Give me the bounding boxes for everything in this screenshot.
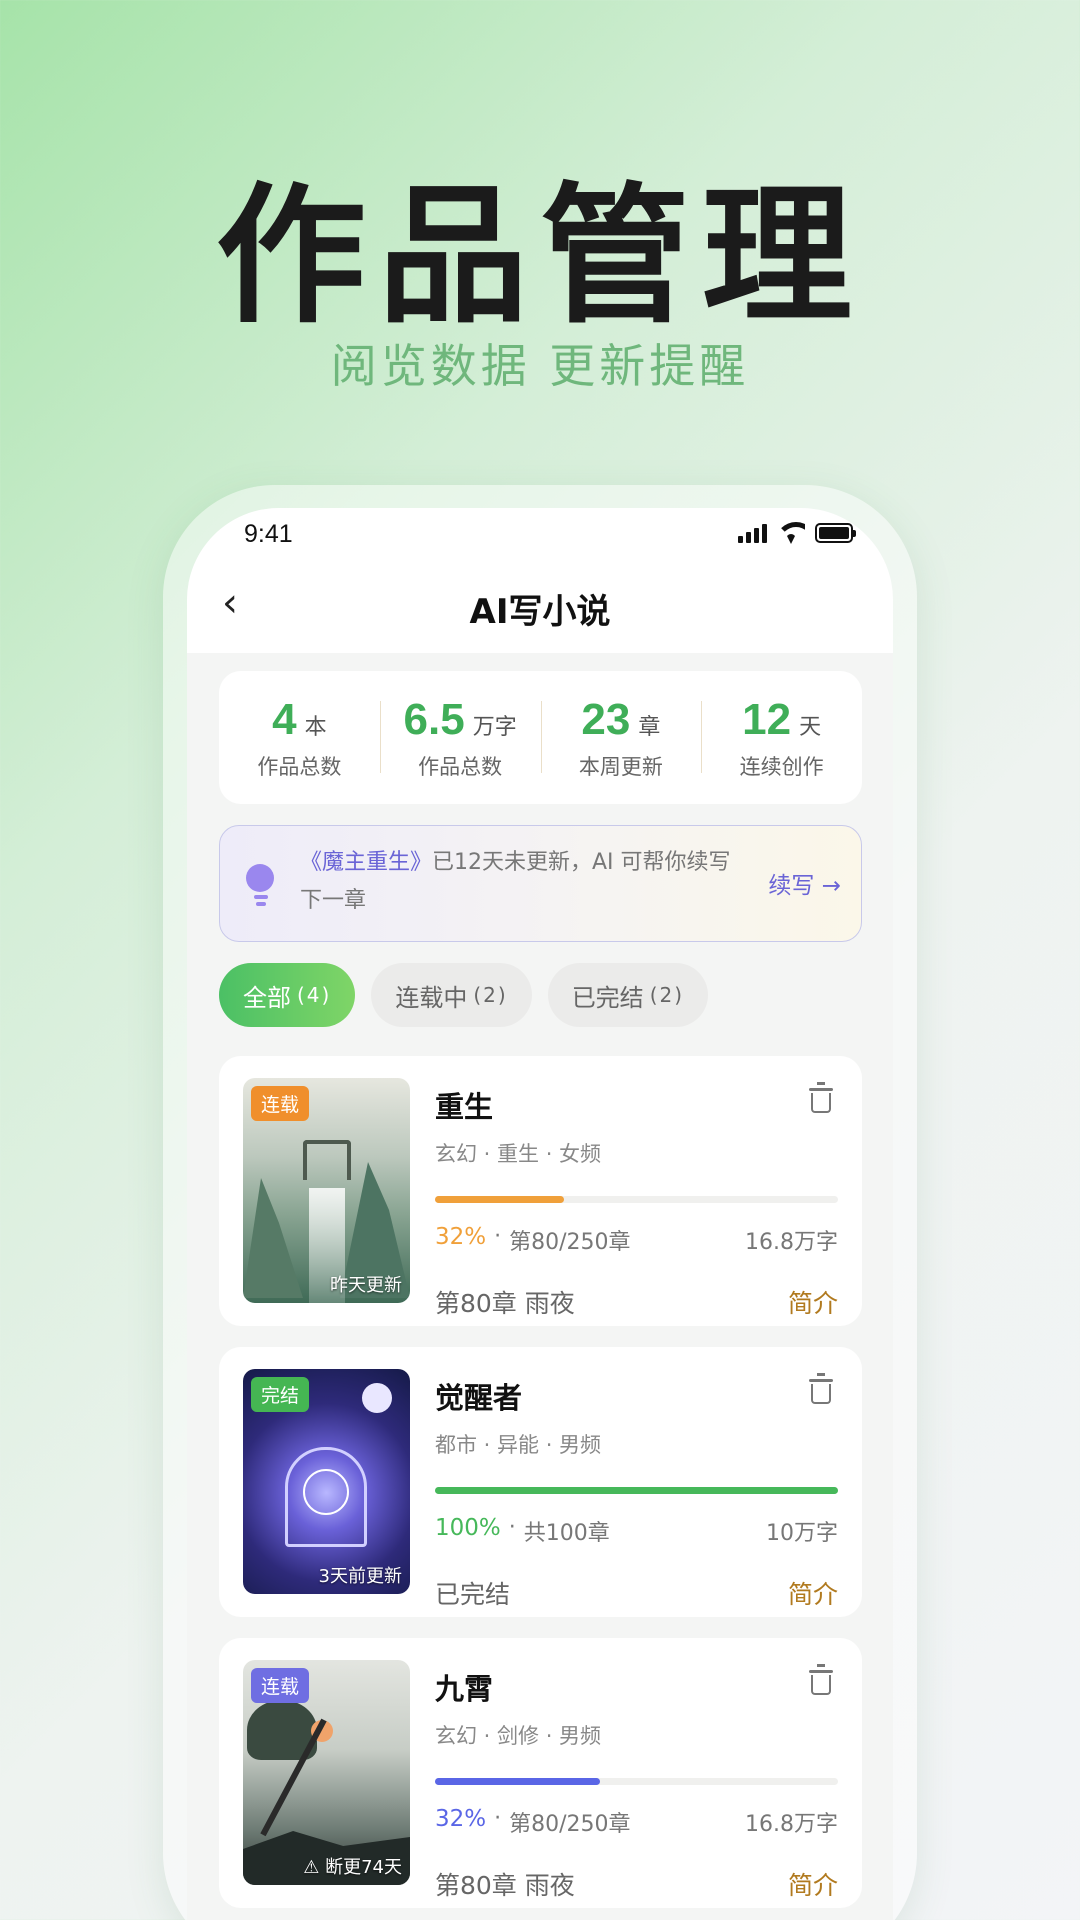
tab-completed[interactable]: 已完结 (2) [547,963,709,1027]
status-time: 9:41 [244,520,293,548]
filter-tabs: 全部 (4) 连载中 (2) 已完结 (2) [219,963,709,1027]
progress-bar [435,1778,838,1785]
stat-label: 作品总数 [257,754,342,779]
stats-panel: 4本 作品总数 6.5 万字 作品总数 23 章 本周更新 12 天 连续创作 [219,671,862,804]
progress-bar [435,1196,838,1203]
chapter-count: 第80/250章 [509,1812,631,1837]
stat-value: 23 [581,694,631,744]
book-title[interactable]: 九霄 [435,1666,838,1708]
stat-label: 作品总数 [418,754,503,779]
stat-unit: 章 [638,714,661,740]
stat-unit: 万字 [472,714,517,740]
hero-title: 作品管理 [215,170,864,344]
tab-label: 连载中 [395,983,468,1012]
book-tags: 都市 · 异能 · 男频 [435,1433,602,1457]
intro-button[interactable]: 简介 [788,1866,838,1902]
update-reminder[interactable]: 《魔主重生》已12天未更新，AI 可帮你续写下一章 续写 → [219,825,862,942]
book-tags: 玄幻 · 重生 · 女频 [435,1142,602,1166]
book-card[interactable]: 完结 3天前更新 觉醒者 都市 · 异能 · 男频 100% · 共100章 1… [219,1347,862,1617]
stat-words: 6.5 万字 作品总数 [379,694,541,781]
progress-fill [435,1196,564,1203]
trash-icon[interactable] [809,1082,833,1114]
hero-subtitle: 阅览数据 更新提醒 [330,339,750,393]
separator: · [494,1806,502,1831]
status-badge: 连载 [251,1086,310,1121]
lightbulb-icon [246,864,276,908]
word-count: 10万字 [766,1521,838,1546]
reminder-book[interactable]: 《魔主重生》 [300,850,432,875]
wifi-icon [777,522,805,544]
stat-unit: 本 [304,714,327,740]
tab-all[interactable]: 全部 (4) [219,963,356,1027]
progress-fill [435,1487,838,1494]
status-icons [738,522,856,544]
chapter-count: 第80/250章 [509,1230,631,1255]
progress-percent: 100% [435,1515,501,1541]
stat-label: 本周更新 [578,754,663,779]
stat-unit: 天 [799,714,822,740]
book-cover[interactable]: 连载 ⚠ 断更74天 [243,1660,410,1885]
status-badge: 完结 [251,1377,310,1412]
separator: · [508,1515,516,1540]
trash-icon[interactable] [809,1373,833,1405]
book-title[interactable]: 重生 [435,1084,838,1126]
battery-icon [815,523,856,543]
status-badge: 连载 [251,1668,310,1703]
stat-value: 6.5 [403,694,465,744]
word-count: 16.8万字 [745,1812,838,1837]
page-title: AI写小说 [469,592,611,632]
separator: · [494,1224,502,1249]
book-card[interactable]: 连载 ⚠ 断更74天 九霄 玄幻 · 剑修 · 男频 32% · 第80/250… [219,1638,862,1908]
book-card[interactable]: 连载 昨天更新 重生 玄幻 · 重生 · 女频 32% · 第80/250章 1… [219,1056,862,1326]
stat-value: 4 [272,694,297,744]
chapter-count: 共100章 [523,1521,610,1546]
progress-fill [435,1778,601,1785]
phone-screen: 9:41 ‹ AI写小说 4本 作品总数 6.5 万字 作品总数 23 章 本周更新… [187,508,893,1920]
tab-count: (2) [649,983,685,1007]
tab-count: (4) [297,983,332,1007]
tab-serializing[interactable]: 连载中 (2) [371,963,532,1027]
update-label: ⚠ 断更74天 [303,1857,402,1878]
latest-chapter[interactable]: 已完结 [435,1575,510,1611]
trash-icon[interactable] [809,1664,833,1696]
update-label: 3天前更新 [318,1566,402,1587]
tab-count: (2) [473,983,508,1007]
progress-percent: 32% [435,1806,487,1832]
word-count: 16.8万字 [745,1230,838,1255]
intro-button[interactable]: 简介 [788,1284,838,1320]
latest-chapter[interactable]: 第80章 雨夜 [435,1866,575,1902]
stat-value: 12 [742,694,792,744]
stat-streak: 12 天 连续创作 [701,695,862,781]
tab-label: 全部 [243,983,291,1012]
latest-chapter[interactable]: 第80章 雨夜 [435,1284,575,1320]
signal-icon [738,523,767,543]
progress-percent: 32% [435,1224,487,1250]
update-label: 昨天更新 [330,1275,402,1296]
book-cover[interactable]: 连载 昨天更新 [243,1078,410,1303]
stat-chapters: 23 章 本周更新 [540,694,702,781]
book-tags: 玄幻 · 剑修 · 男频 [435,1724,602,1748]
progress-bar [435,1487,838,1494]
book-cover[interactable]: 完结 3天前更新 [243,1369,410,1594]
book-title[interactable]: 觉醒者 [435,1375,838,1417]
stat-works: 4本 作品总数 [219,695,380,781]
reminder-text: 《魔主重生》已12天未更新，AI 可帮你续写下一章 [300,844,740,920]
continue-writing-button[interactable]: 续写 → [768,866,841,900]
tab-label: 已完结 [571,983,644,1012]
stat-label: 连续创作 [739,754,824,779]
top-bar: 9:41 ‹ AI写小说 [187,508,893,653]
intro-button[interactable]: 简介 [788,1575,838,1611]
